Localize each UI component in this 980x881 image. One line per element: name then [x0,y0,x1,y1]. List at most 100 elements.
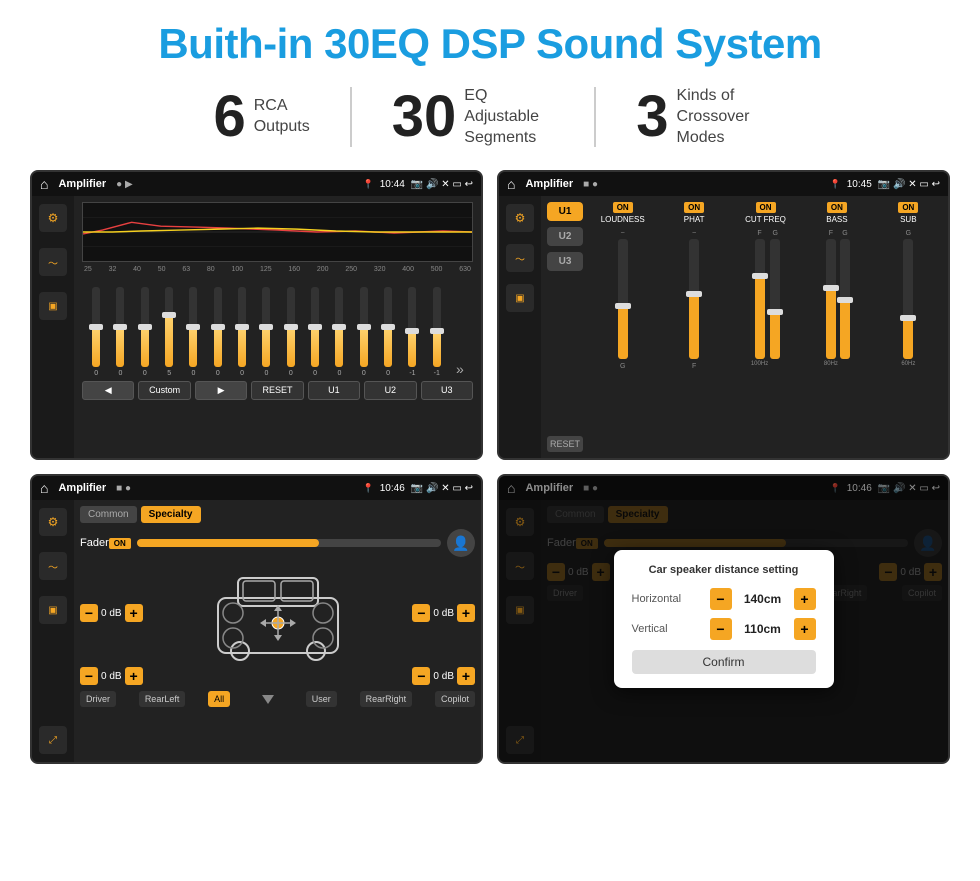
screen-distance: ⌂ Amplifier ■ ● 📍 10:46 📷 🔊 ✕ ▭ ↩ ⚙ 〜 ▣ … [497,474,950,764]
screen-fader: ⌂ Amplifier ■ ● 📍 10:46 📷 🔊 ✕ ▭ ↩ ⚙ 〜 ▣ … [30,474,483,764]
fd-icon-wave[interactable]: 〜 [39,552,67,580]
eq-main: 2532405063 80100125160200 25032040050063… [74,196,481,458]
fd-vol-bottomleft: − 0 dB + [80,667,143,685]
fd-fader-track[interactable] [137,539,441,547]
eq-slider-5: 0 [206,287,230,377]
fd-top-vol-row: − 0 dB + [80,563,475,663]
fd-rear-left-btn[interactable]: RearLeft [139,691,186,707]
dist-horizontal-plus[interactable]: + [794,588,816,610]
fd-minus-bottomleft[interactable]: − [80,667,98,685]
eq-sidebar: ⚙ 〜 ▣ [32,196,74,458]
fd-user-btn[interactable]: User [306,691,337,707]
fd-minus-topleft[interactable]: − [80,604,98,622]
eq-u2-btn[interactable]: U2 [364,381,416,400]
eq-slider-4: 0 [181,287,205,377]
fd-tab-specialty[interactable]: Specialty [141,506,201,523]
fd-minus-bottomright[interactable]: − [412,667,430,685]
dist-vertical-minus[interactable]: − [710,618,732,640]
eq-scroll-arrows[interactable]: » [449,361,471,377]
eq-reset-btn[interactable]: RESET [251,381,303,400]
dist-horizontal-row: Horizontal − 140cm + [632,588,816,610]
stat-crossover-number: 3 [636,88,668,146]
eq-slider-1: 0 [108,287,132,377]
stat-rca-number: 6 [213,88,245,146]
cr-icon-wave[interactable]: 〜 [506,244,534,272]
dist-vertical-val: 110cm [738,622,788,636]
stat-crossover: 3 Kinds ofCrossover Modes [596,86,806,148]
fd-icon-speaker[interactable]: ▣ [39,596,67,624]
fd-bottom-vol-row: − 0 dB + − 0 dB + [80,667,475,685]
fd-plus-bottomleft[interactable]: + [125,667,143,685]
dist-confirm-btn[interactable]: Confirm [632,650,816,674]
stat-eq-label: EQ AdjustableSegments [464,86,554,148]
dist-dialog-title: Car speaker distance setting [632,564,816,576]
home-icon-1[interactable]: ⌂ [40,176,48,192]
fd-copilot-btn[interactable]: Copilot [435,691,475,707]
fd-val-topright: 0 dB [433,608,454,619]
fd-car-svg [208,563,348,663]
eq-icon-speaker[interactable]: ▣ [39,292,67,320]
cr-u2-btn[interactable]: U2 [547,227,583,246]
fd-icon-settings[interactable]: ⚙ [39,508,67,536]
cr-ch-bass-on[interactable]: ON [827,202,847,213]
screen-crossover: ⌂ Amplifier ■ ● 📍 10:45 📷 🔊 ✕ ▭ ↩ ⚙ 〜 ▣ … [497,170,950,460]
fd-tab-common[interactable]: Common [80,506,137,523]
eq-custom-btn[interactable]: Custom [138,381,190,400]
cr-ch-sub-on[interactable]: ON [898,202,918,213]
cr-channels: ON LOUDNESS ~ [589,202,942,452]
cr-ch-cutfreq-name: CUT FREQ [745,215,786,224]
dist-vertical-row: Vertical − 110cm + [632,618,816,640]
cr-ch-phat-on[interactable]: ON [684,202,704,213]
fd-plus-bottomright[interactable]: + [457,667,475,685]
eq-u1-btn[interactable]: U1 [308,381,360,400]
eq-prev-btn[interactable]: ◀ [82,381,134,400]
cr-icon-settings[interactable]: ⚙ [506,204,534,232]
eq-sliders: 0 0 0 5 [82,277,473,377]
eq-icon-wave[interactable]: 〜 [39,248,67,276]
fd-rear-right-btn[interactable]: RearRight [360,691,413,707]
fd-top-controls: Fader ON 👤 [80,529,475,557]
cr-ch-sub: ON SUB G 60Hz [875,202,942,452]
stats-row: 6 RCAOutputs 30 EQ AdjustableSegments 3 … [30,86,950,148]
fd-plus-topright[interactable]: + [457,604,475,622]
eq-icon-settings[interactable]: ⚙ [39,204,67,232]
cr-ch-cutfreq: ON CUT FREQ F 100Hz [732,202,799,452]
screen1-statusicons: 📷 🔊 ✕ ▭ ↩ [411,179,473,190]
fd-vol-topright: − 0 dB + [412,604,475,622]
home-icon-3[interactable]: ⌂ [40,480,48,496]
eq-next-btn[interactable]: ▶ [195,381,247,400]
dist-horizontal-minus[interactable]: − [710,588,732,610]
cr-u3-btn[interactable]: U3 [547,252,583,271]
cr-reset-btn[interactable]: RESET [547,436,583,452]
eq-slider-3: 5 [157,287,181,377]
fd-vol-topleft: − 0 dB + [80,604,143,622]
eq-slider-13: -1 [400,287,424,377]
cr-ch-loudness-on[interactable]: ON [613,202,633,213]
cr-main: U1 U2 U3 RESET ON LOUDNESS [541,196,948,458]
fd-down-arrow-icon [258,689,278,709]
fd-minus-topright[interactable]: − [412,604,430,622]
home-icon-2[interactable]: ⌂ [507,176,515,192]
fd-zone-buttons: Driver RearLeft All User Rear [80,689,475,709]
distance-dialog: Car speaker distance setting Horizontal … [614,550,834,688]
screen3-statusicons: 📷 🔊 ✕ ▭ ↩ [411,483,473,494]
fd-on-badge[interactable]: ON [109,538,131,549]
fd-icon-expand[interactable]: ⤢ [39,726,67,754]
cr-presets: U1 U2 U3 RESET [547,202,583,452]
fd-person-icon[interactable]: 👤 [447,529,475,557]
cr-icon-speaker[interactable]: ▣ [506,284,534,312]
stat-crossover-label: Kinds ofCrossover Modes [677,86,767,148]
cr-ch-cutfreq-on[interactable]: ON [756,202,776,213]
eq-slider-0: 0 [84,287,108,377]
page-wrapper: Buith-in 30EQ DSP Sound System 6 RCAOutp… [0,0,980,774]
eq-controls: ◀ Custom ▶ RESET U1 U2 U3 [82,381,473,400]
fd-all-btn[interactable]: All [208,691,230,707]
status-bar-3: ⌂ Amplifier ■ ● 📍 10:46 📷 🔊 ✕ ▭ ↩ [32,476,481,500]
fd-plus-topleft[interactable]: + [125,604,143,622]
cr-ch-bass: ON BASS F 80Hz [803,202,870,452]
eq-u3-btn[interactable]: U3 [421,381,473,400]
cr-u1-btn[interactable]: U1 [547,202,583,221]
cr-ch-loudness-name: LOUDNESS [601,215,645,224]
fd-driver-btn[interactable]: Driver [80,691,116,707]
dist-vertical-plus[interactable]: + [794,618,816,640]
